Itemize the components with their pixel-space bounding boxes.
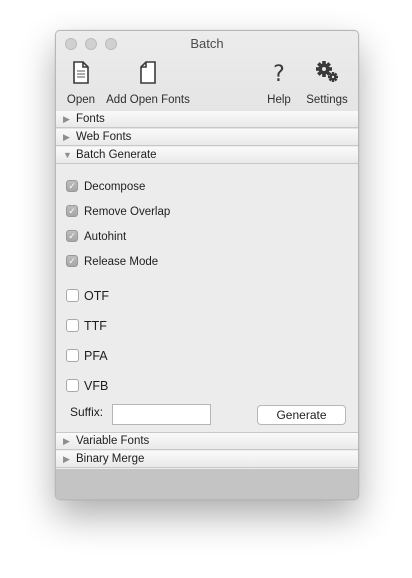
section-variable-fonts-label: Variable Fonts <box>76 435 150 447</box>
open-button[interactable]: Open <box>60 57 102 107</box>
pfa-label: PFA <box>84 349 108 363</box>
release-mode-label: Release Mode <box>84 256 159 268</box>
window-bottom-area <box>56 469 358 499</box>
svg-text:?: ? <box>273 62 285 87</box>
autohint-checkbox[interactable]: ✓ <box>66 230 78 242</box>
section-fonts[interactable]: ▶ Fonts <box>56 111 358 128</box>
pfa-checkbox[interactable] <box>66 349 79 362</box>
document-icon <box>73 61 89 84</box>
help-button[interactable]: ? Help <box>262 57 296 107</box>
section-batch-generate[interactable]: ▼ Batch Generate <box>56 147 358 164</box>
disclosure-triangle-icon: ▶ <box>63 114 70 124</box>
ttf-checkbox[interactable] <box>66 319 79 332</box>
question-mark-icon: ? <box>273 62 285 87</box>
section-binary-merge[interactable]: ▶ Binary Merge <box>56 451 358 468</box>
suffix-input[interactable] <box>112 404 211 425</box>
release-mode-checkbox[interactable]: ✓ <box>66 255 78 267</box>
batch-window: Batch Open Add Open Fonts ? Help Setting… <box>55 30 359 500</box>
add-open-fonts-button[interactable]: Add Open Fonts <box>102 57 194 107</box>
section-batch-generate-label: Batch Generate <box>76 149 157 161</box>
remove-overlap-label: Remove Overlap <box>84 206 171 218</box>
settings-button[interactable]: Settings <box>300 57 354 107</box>
vfb-checkbox[interactable] <box>66 379 79 392</box>
disclosure-triangle-icon: ▶ <box>63 132 70 142</box>
section-variable-fonts[interactable]: ▶ Variable Fonts <box>56 433 358 450</box>
ttf-label: TTF <box>84 319 107 333</box>
gears-icon <box>316 61 338 82</box>
remove-overlap-checkbox[interactable]: ✓ <box>66 205 78 217</box>
section-fonts-label: Fonts <box>76 113 105 125</box>
disclosure-triangle-icon: ▶ <box>63 454 70 464</box>
section-binary-merge-label: Binary Merge <box>76 453 145 465</box>
vfb-label: VFB <box>84 379 109 393</box>
folded-page-icon <box>140 61 156 84</box>
generate-button[interactable]: Generate <box>257 405 346 425</box>
window-title: Batch <box>190 36 224 51</box>
decompose-label: Decompose <box>84 181 146 193</box>
section-web-fonts-label: Web Fonts <box>76 131 132 143</box>
decompose-checkbox[interactable]: ✓ <box>66 180 78 192</box>
otf-label: OTF <box>84 289 109 303</box>
help-label: Help <box>267 94 291 106</box>
autohint-label: Autohint <box>84 231 127 243</box>
open-label: Open <box>66 94 96 106</box>
suffix-label: Suffix: <box>70 405 104 419</box>
section-web-fonts[interactable]: ▶ Web Fonts <box>56 129 358 146</box>
settings-label: Settings <box>306 94 348 106</box>
add-open-fonts-label: Add Open Fonts <box>106 94 190 106</box>
otf-checkbox[interactable] <box>66 289 79 302</box>
disclosure-triangle-icon: ▼ <box>63 150 72 160</box>
disclosure-triangle-icon: ▶ <box>63 436 70 446</box>
